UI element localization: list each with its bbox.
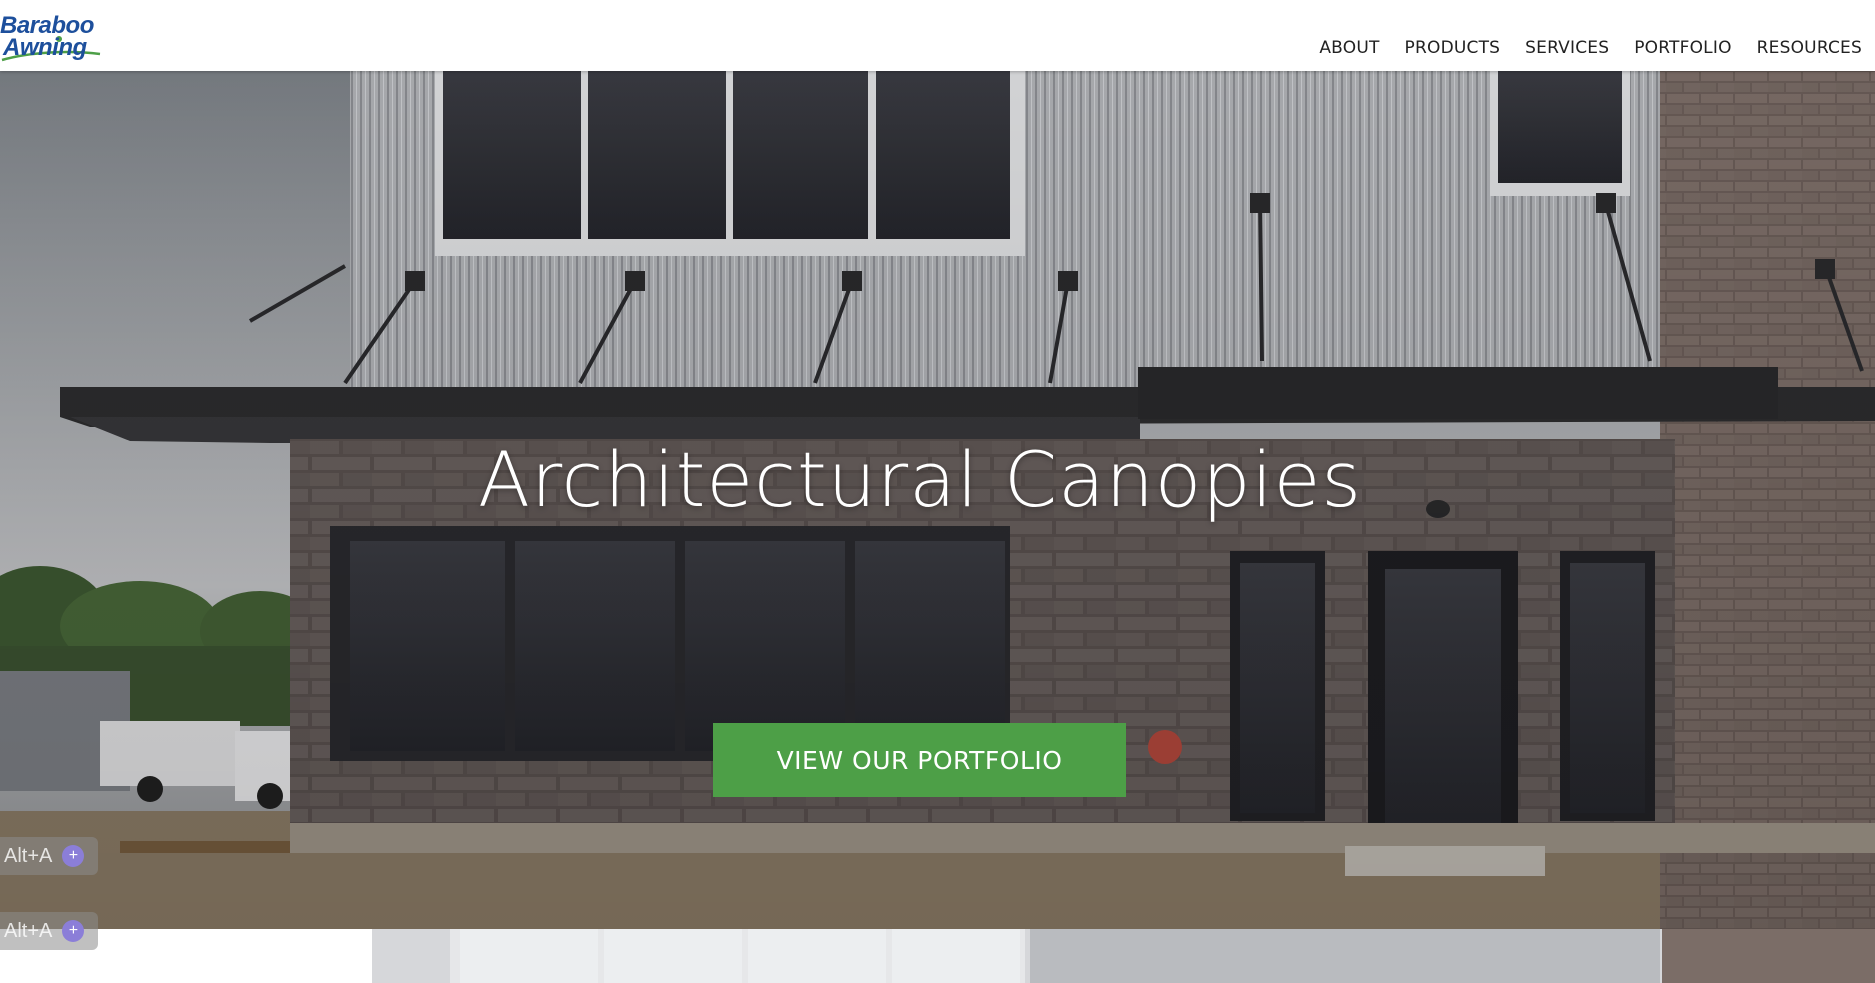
main-nav: ABOUT PRODUCTS SERVICES PORTFOLIO RESOUR… <box>1319 37 1862 59</box>
alt-a-shortcut-badge[interactable]: Alt+A + <box>0 837 98 875</box>
nav-item-products[interactable]: PRODUCTS <box>1405 37 1501 59</box>
nav-item-about[interactable]: ABOUT <box>1319 37 1379 59</box>
nav-item-portfolio[interactable]: PORTFOLIO <box>1634 37 1731 59</box>
plus-icon: + <box>62 920 85 942</box>
alt-a-label: Alt+A <box>4 844 53 867</box>
next-section-image <box>0 929 1875 983</box>
view-portfolio-button[interactable]: VIEW OUR PORTFOLIO <box>713 723 1126 797</box>
nav-item-resources[interactable]: RESOURCES <box>1757 37 1862 59</box>
plus-icon: + <box>62 845 85 867</box>
hero-section: Architectural Canopies VIEW OUR PORTFOLI… <box>0 71 1875 929</box>
page: Baraboo Awning ABOUT PRODUCTS SERVICES P… <box>0 0 1875 983</box>
logo[interactable]: Baraboo Awning <box>0 12 110 62</box>
alt-a-label: Alt+A <box>4 919 53 942</box>
hero-title: Architectural Canopies <box>477 435 1363 524</box>
site-header: Baraboo Awning ABOUT PRODUCTS SERVICES P… <box>0 0 1875 71</box>
nav-item-services[interactable]: SERVICES <box>1525 37 1609 59</box>
alt-a-shortcut-badge[interactable]: Alt+A + <box>0 912 98 950</box>
next-section-preview <box>0 929 1875 983</box>
logo-text-line2: Awning <box>3 34 87 61</box>
